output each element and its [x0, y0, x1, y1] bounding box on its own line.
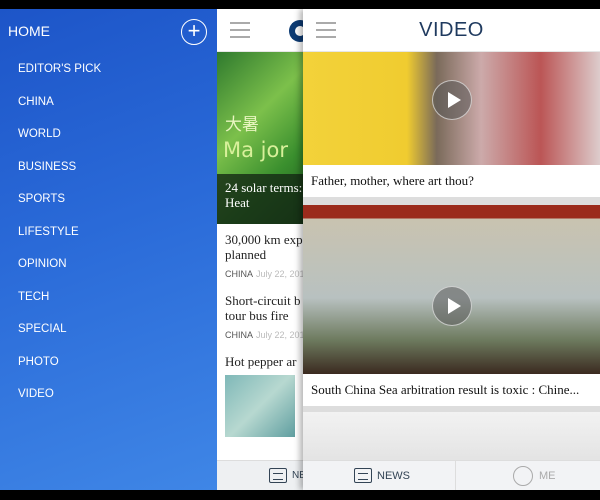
nav-news-label[interactable]: NEWS: [377, 470, 410, 482]
divider: [303, 197, 600, 205]
drawer-item-tech[interactable]: TECH: [18, 289, 101, 322]
drawer-item-opinion[interactable]: OPINION: [18, 256, 101, 289]
news-icon[interactable]: [269, 468, 287, 483]
video-header: VIDEO: [303, 9, 600, 52]
drawer-home[interactable]: HOME: [8, 23, 50, 39]
drawer-item-editors-pick[interactable]: EDITOR'S PICK: [18, 61, 101, 94]
article-title: 30,000 km exp planned: [225, 232, 303, 262]
drawer-item-world[interactable]: WORLD: [18, 126, 101, 159]
article-item[interactable]: 30,000 km exp planned CHINAJuly 22, 2016: [217, 224, 303, 279]
article-title: Short-circuit b tour bus fire: [225, 293, 301, 323]
bottom-nav: NEWS ME: [303, 460, 600, 490]
drawer-menu: EDITOR'S PICK CHINA WORLD BUSINESS SPORT…: [18, 61, 101, 419]
news-icon[interactable]: [354, 468, 372, 483]
plus-circle-icon[interactable]: +: [181, 19, 207, 45]
app-logo: [289, 20, 303, 42]
nav-news-label[interactable]: NEWS: [292, 470, 303, 481]
drawer-item-sports[interactable]: SPORTS: [18, 191, 101, 224]
navigation-drawer: HOME + EDITOR'S PICK CHINA WORLD BUSINES…: [0, 9, 217, 490]
article-thumbnail: [225, 375, 295, 437]
news-header: [217, 9, 303, 52]
drawer-item-special[interactable]: SPECIAL: [18, 321, 101, 354]
article-date: July 22, 2016: [256, 330, 303, 340]
article-title: Hot pepper ar: [225, 354, 297, 369]
drawer-item-business[interactable]: BUSINESS: [18, 159, 101, 192]
hero-article[interactable]: 大暑 Ma jor 24 solar terms: Major Heat: [217, 52, 303, 224]
article-category: CHINA: [225, 330, 254, 340]
nav-divider: [455, 461, 456, 490]
drawer-item-china[interactable]: CHINA: [18, 94, 101, 127]
page-title: VIDEO: [419, 19, 484, 41]
video-caption: South China Sea arbitration result is to…: [303, 374, 600, 406]
article-date: July 22, 2016: [256, 269, 303, 279]
news-screen: 大暑 Ma jor 24 solar terms: Major Heat 30,…: [217, 9, 303, 490]
article-item[interactable]: Short-circuit b tour bus fire CHINA July …: [217, 279, 303, 340]
video-screen: VIDEO Father, mother, where art thou? So…: [303, 9, 600, 490]
user-icon[interactable]: [513, 466, 533, 486]
hero-overlay-cn: 大暑: [225, 115, 259, 134]
video-item[interactable]: South China Sea arbitration result is to…: [303, 205, 600, 406]
drawer-item-photo[interactable]: PHOTO: [18, 354, 101, 387]
hero-caption: 24 solar terms: Major Heat: [217, 174, 303, 224]
article-item[interactable]: Hot pepper ar: [217, 340, 303, 437]
play-icon[interactable]: [431, 80, 472, 120]
hamburger-menu-icon[interactable]: [230, 22, 250, 38]
video-item[interactable]: Father, mother, where art thou?: [303, 52, 600, 197]
article-meta: CHINAJuly 22, 2016: [217, 262, 303, 279]
hero-overlay-en: Ma jor: [223, 138, 288, 162]
play-icon[interactable]: [431, 285, 472, 326]
drawer-item-lifestyle[interactable]: LIFESTYLE: [18, 224, 101, 257]
bottom-nav: NEWS: [217, 460, 303, 490]
article-category: CHINA: [225, 269, 254, 279]
article-meta: CHINAJuly 22, 2016: [217, 323, 303, 340]
video-caption: Father, mother, where art thou?: [303, 165, 600, 197]
nav-me-label[interactable]: ME: [539, 470, 556, 482]
drawer-item-video[interactable]: VIDEO: [18, 386, 101, 419]
